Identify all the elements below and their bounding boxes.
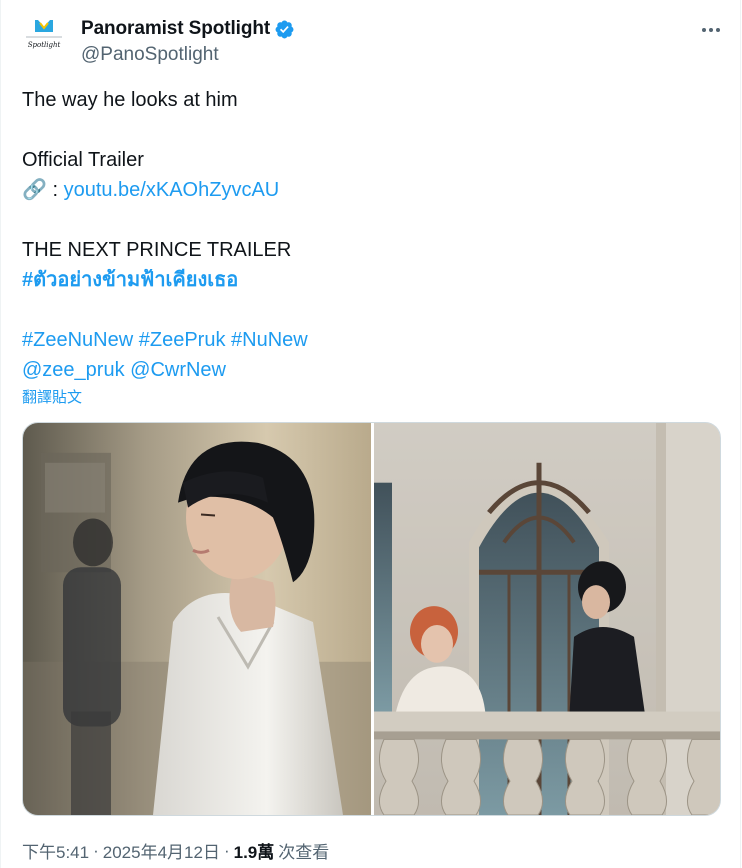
tweet-text: The way he looks at him Official Trailer…: [22, 85, 712, 385]
meta-separator: ·: [93, 840, 99, 860]
panoramist-logo-icon: Spotlight: [20, 14, 68, 62]
tweet-date[interactable]: 2025年4月12日: [103, 838, 220, 863]
hashtag-zeenunew[interactable]: #ZeeNuNew: [22, 329, 133, 351]
verified-badge-icon: [275, 20, 294, 38]
link-icon: 🔗: [22, 179, 47, 201]
mentions-line: @zee_pruk @CwrNew: [22, 355, 712, 385]
author-name[interactable]: Panoramist Spotlight: [81, 18, 270, 40]
author-handle[interactable]: @PanoSpotlight: [81, 44, 219, 66]
tweet-line: THE NEXT PRINCE TRAILER: [22, 239, 292, 261]
more-dots-icon: [702, 28, 720, 32]
views-label: 次查看: [278, 843, 330, 862]
hashtag-zeepruk[interactable]: #ZeePruk: [139, 329, 226, 351]
author-name-row[interactable]: Panoramist Spotlight: [81, 18, 295, 40]
views-count: 1.9萬: [233, 843, 275, 862]
photo-left[interactable]: [23, 423, 371, 815]
tweet-time[interactable]: 下午5:41: [22, 838, 89, 863]
tweet-line: The way he looks at him: [22, 89, 238, 111]
tweet-meta: 下午5:41 · 2025年4月12日 · 1.9萬 次查看: [22, 838, 329, 863]
youtube-link[interactable]: youtu.be/xKAOhZyvcAU: [64, 179, 280, 201]
mention-cwrnew[interactable]: @CwrNew: [130, 359, 226, 381]
translate-post-link[interactable]: 翻譯貼文: [22, 386, 82, 407]
media-grid: [22, 422, 721, 816]
hashtag-thai[interactable]: #ตัวอย่างข้ามฟ้าเคียงเธอ: [22, 269, 238, 291]
more-options-button[interactable]: [699, 20, 723, 40]
tweet-link-line: 🔗 : youtu.be/xKAOhZyvcAU: [22, 175, 712, 205]
meta-separator: ·: [223, 840, 230, 860]
hashtags-line: #ZeeNuNew #ZeePruk #NuNew: [22, 325, 712, 355]
photo-right[interactable]: [374, 423, 721, 815]
avatar[interactable]: Spotlight: [20, 14, 68, 62]
tweet-line: Official Trailer: [22, 149, 144, 171]
hashtag-nunew[interactable]: #NuNew: [231, 329, 308, 351]
svg-text:Spotlight: Spotlight: [28, 41, 61, 49]
link-prefix: :: [46, 179, 64, 201]
mention-zee-pruk[interactable]: @zee_pruk: [22, 359, 125, 381]
